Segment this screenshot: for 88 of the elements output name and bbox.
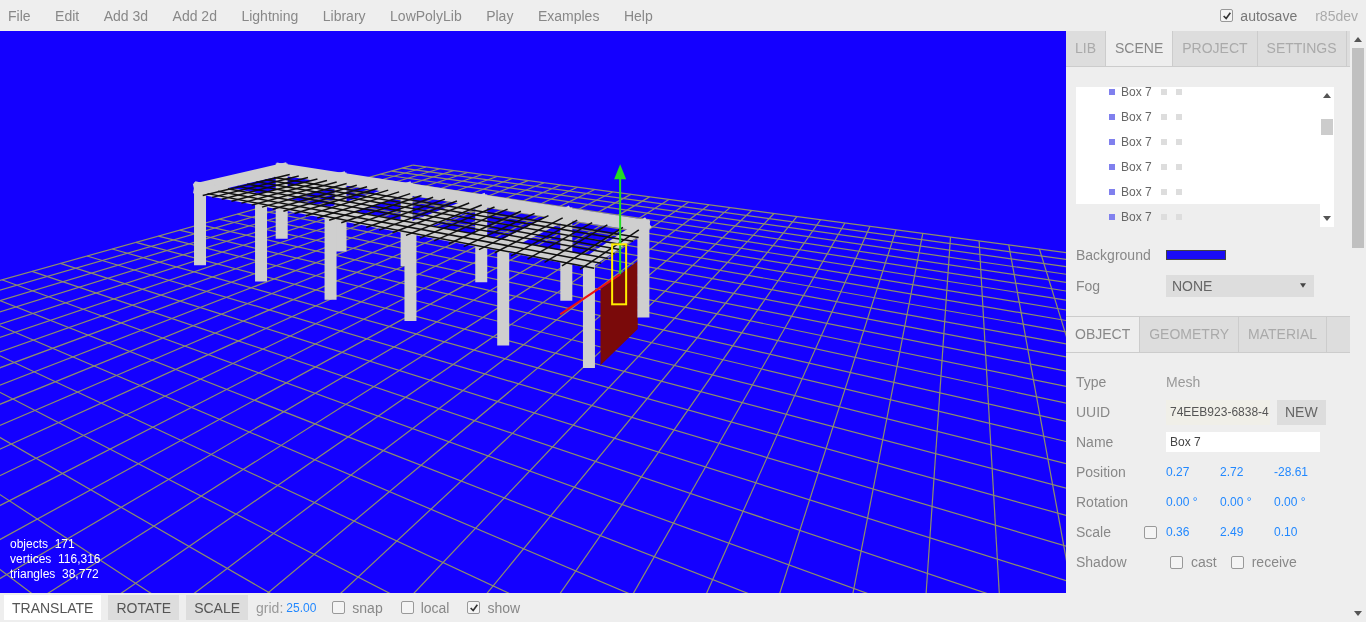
number-field[interactable]: 0.00 ° bbox=[1166, 495, 1220, 509]
small-square-icon bbox=[1175, 113, 1182, 120]
small-square-icon bbox=[1160, 163, 1167, 170]
mode-button[interactable]: SCALE bbox=[186, 595, 249, 620]
sidebar-tab[interactable]: SCENE bbox=[1106, 31, 1174, 66]
stat-text: triangles 38,772 bbox=[10, 567, 100, 582]
number-field[interactable]: 0.00 ° bbox=[1220, 495, 1274, 509]
checkbox[interactable] bbox=[400, 601, 414, 614]
outliner-item[interactable]: Box 7 bbox=[1076, 104, 1320, 129]
outliner-item[interactable]: Box 7 bbox=[1076, 179, 1320, 204]
checkbox[interactable] bbox=[1170, 555, 1183, 569]
mesh-square-icon bbox=[1109, 188, 1115, 195]
number-field[interactable]: 0.00 ° bbox=[1274, 495, 1328, 509]
number-field[interactable]: -28.61 bbox=[1274, 465, 1328, 479]
uuid-field[interactable]: 74EEB923-6838-4 bbox=[1166, 399, 1270, 425]
outliner-item[interactable]: Box 7 bbox=[1076, 154, 1320, 179]
color-swatch[interactable] bbox=[1166, 249, 1226, 260]
mesh-square-icon bbox=[1109, 113, 1115, 120]
mesh-square-icon bbox=[1109, 138, 1115, 145]
checkbox[interactable] bbox=[1144, 525, 1157, 539]
checkbox[interactable] bbox=[332, 601, 346, 614]
fog-label: Fog bbox=[1076, 277, 1102, 294]
property-label: Type bbox=[1076, 374, 1108, 390]
menu-item[interactable]: Help bbox=[623, 7, 653, 24]
mesh-square-icon bbox=[1109, 88, 1115, 95]
property-label: Rotation bbox=[1076, 494, 1130, 510]
small-square-icon bbox=[1175, 188, 1182, 195]
stat-text: objects 171 bbox=[10, 537, 76, 552]
menu-item[interactable]: Lightning bbox=[241, 7, 299, 24]
menu-item[interactable]: Add 3d bbox=[103, 7, 149, 24]
scroll-up-icon[interactable] bbox=[1354, 36, 1362, 42]
menu-item[interactable]: LowPolyLib bbox=[390, 7, 462, 24]
mode-button[interactable]: ROTATE bbox=[108, 595, 180, 620]
property-label: Position bbox=[1076, 464, 1127, 480]
grid-value[interactable]: 25.00 bbox=[286, 600, 317, 615]
outliner-item[interactable]: Box 7 bbox=[1076, 129, 1320, 154]
property-label: Scale bbox=[1076, 524, 1113, 540]
mesh-square-icon bbox=[1109, 163, 1115, 170]
number-field[interactable]: 0.36 bbox=[1166, 525, 1220, 539]
stat-text: vertices 116,316 bbox=[10, 552, 101, 567]
scroll-thumb[interactable] bbox=[1321, 119, 1333, 135]
property-value: Mesh bbox=[1166, 374, 1201, 390]
number-field[interactable]: 2.49 bbox=[1220, 525, 1274, 539]
property-label: Name bbox=[1076, 434, 1115, 450]
checkbox-label: show bbox=[487, 599, 521, 616]
number-field[interactable]: 0.27 bbox=[1166, 465, 1220, 479]
small-square-icon bbox=[1160, 113, 1167, 120]
version-label: r85dev bbox=[1315, 7, 1358, 24]
outliner-item[interactable]: Box 7 bbox=[1076, 204, 1320, 227]
name-field[interactable]: Box 7 bbox=[1166, 432, 1320, 452]
caret-icon bbox=[1300, 283, 1306, 288]
grid-label: grid: bbox=[256, 599, 284, 616]
small-square-icon bbox=[1160, 88, 1167, 95]
checkbox-label: local bbox=[420, 599, 450, 616]
checkbox-label: cast bbox=[1191, 554, 1217, 570]
checkbox[interactable] bbox=[467, 601, 481, 614]
checkbox[interactable] bbox=[1230, 555, 1244, 569]
menu-item[interactable]: Add 2d bbox=[172, 7, 217, 24]
number-field[interactable]: 0.10 bbox=[1274, 525, 1328, 539]
outliner-item[interactable]: Box 7 bbox=[1076, 87, 1320, 104]
small-square-icon bbox=[1175, 163, 1182, 170]
small-square-icon bbox=[1160, 188, 1167, 195]
object-tab[interactable]: OBJECT bbox=[1066, 317, 1141, 352]
menu-item[interactable]: File bbox=[8, 7, 31, 24]
menu-item[interactable]: Examples bbox=[537, 7, 600, 24]
number-field[interactable]: 2.72 bbox=[1220, 465, 1274, 479]
new-button[interactable]: NEW bbox=[1277, 399, 1326, 425]
fog-dropdown[interactable]: NONE bbox=[1166, 274, 1314, 297]
viewport[interactable]: objects 171 vertices 116,316 triangles 38,772 bbox=[0, 31, 1066, 593]
menu-item[interactable]: Library bbox=[322, 7, 366, 24]
small-square-icon bbox=[1175, 138, 1182, 145]
small-square-icon bbox=[1175, 88, 1182, 95]
scroll-down-icon[interactable] bbox=[1354, 611, 1362, 617]
background-label: Background bbox=[1076, 246, 1152, 263]
property-label: Shadow bbox=[1076, 554, 1128, 570]
autosave-checkbox[interactable] bbox=[1220, 9, 1234, 22]
menu-item[interactable]: Edit bbox=[55, 7, 80, 24]
checkbox-label: snap bbox=[352, 599, 383, 616]
mesh-square-icon bbox=[1109, 213, 1115, 220]
scroll-thumb[interactable] bbox=[1352, 48, 1364, 248]
menu-item[interactable]: Play bbox=[486, 7, 514, 24]
mode-button[interactable]: TRANSLATE bbox=[4, 595, 102, 620]
scroll-up-icon[interactable] bbox=[1323, 92, 1331, 98]
checkbox-label: receive bbox=[1251, 554, 1297, 570]
small-square-icon bbox=[1160, 138, 1167, 145]
property-label: UUID bbox=[1076, 404, 1112, 420]
scroll-down-icon[interactable] bbox=[1323, 216, 1331, 222]
autosave-label: autosave bbox=[1240, 7, 1298, 24]
